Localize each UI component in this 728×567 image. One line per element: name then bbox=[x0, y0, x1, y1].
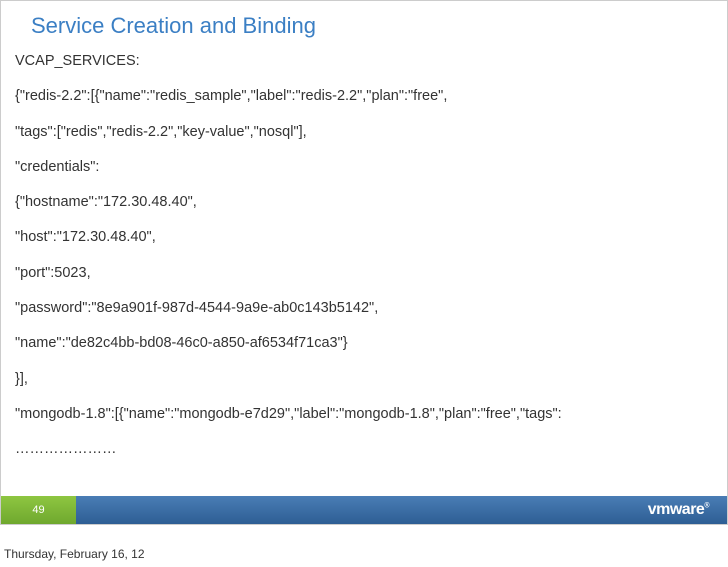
slide-content: VCAP_SERVICES: {"redis-2.2":[{"name":"re… bbox=[1, 49, 727, 477]
content-line: "mongodb-1.8":[{"name":"mongodb-e7d29","… bbox=[15, 404, 713, 424]
footer-bar: 49 vmware® bbox=[1, 496, 727, 524]
content-line: "credentials": bbox=[15, 157, 713, 177]
footer-brand-area: vmware® bbox=[76, 496, 727, 524]
content-line: {"redis-2.2":[{"name":"redis_sample","la… bbox=[15, 86, 713, 106]
logo-text: vmware bbox=[648, 501, 705, 518]
content-line: "tags":["redis","redis-2.2","key-value",… bbox=[15, 122, 713, 142]
content-line: }], bbox=[15, 369, 713, 389]
page-number: 49 bbox=[32, 504, 44, 516]
vmware-logo: vmware® bbox=[648, 501, 709, 519]
content-line: ………………… bbox=[15, 439, 713, 459]
content-line: {"hostname":"172.30.48.40", bbox=[15, 192, 713, 212]
logo-registered-mark: ® bbox=[704, 503, 709, 510]
page-number-box: 49 bbox=[1, 496, 76, 524]
slide-title: Service Creation and Binding bbox=[1, 1, 727, 49]
presentation-date: Thursday, February 16, 12 bbox=[4, 547, 145, 561]
slide-container: Service Creation and Binding VCAP_SERVIC… bbox=[0, 0, 728, 525]
content-line: "password":"8e9a901f-987d-4544-9a9e-ab0c… bbox=[15, 298, 713, 318]
content-line: "name":"de82c4bb-bd08-46c0-a850-af6534f7… bbox=[15, 333, 713, 353]
content-line: "port":5023, bbox=[15, 263, 713, 283]
content-line: "host":"172.30.48.40", bbox=[15, 227, 713, 247]
content-line: VCAP_SERVICES: bbox=[15, 51, 713, 71]
